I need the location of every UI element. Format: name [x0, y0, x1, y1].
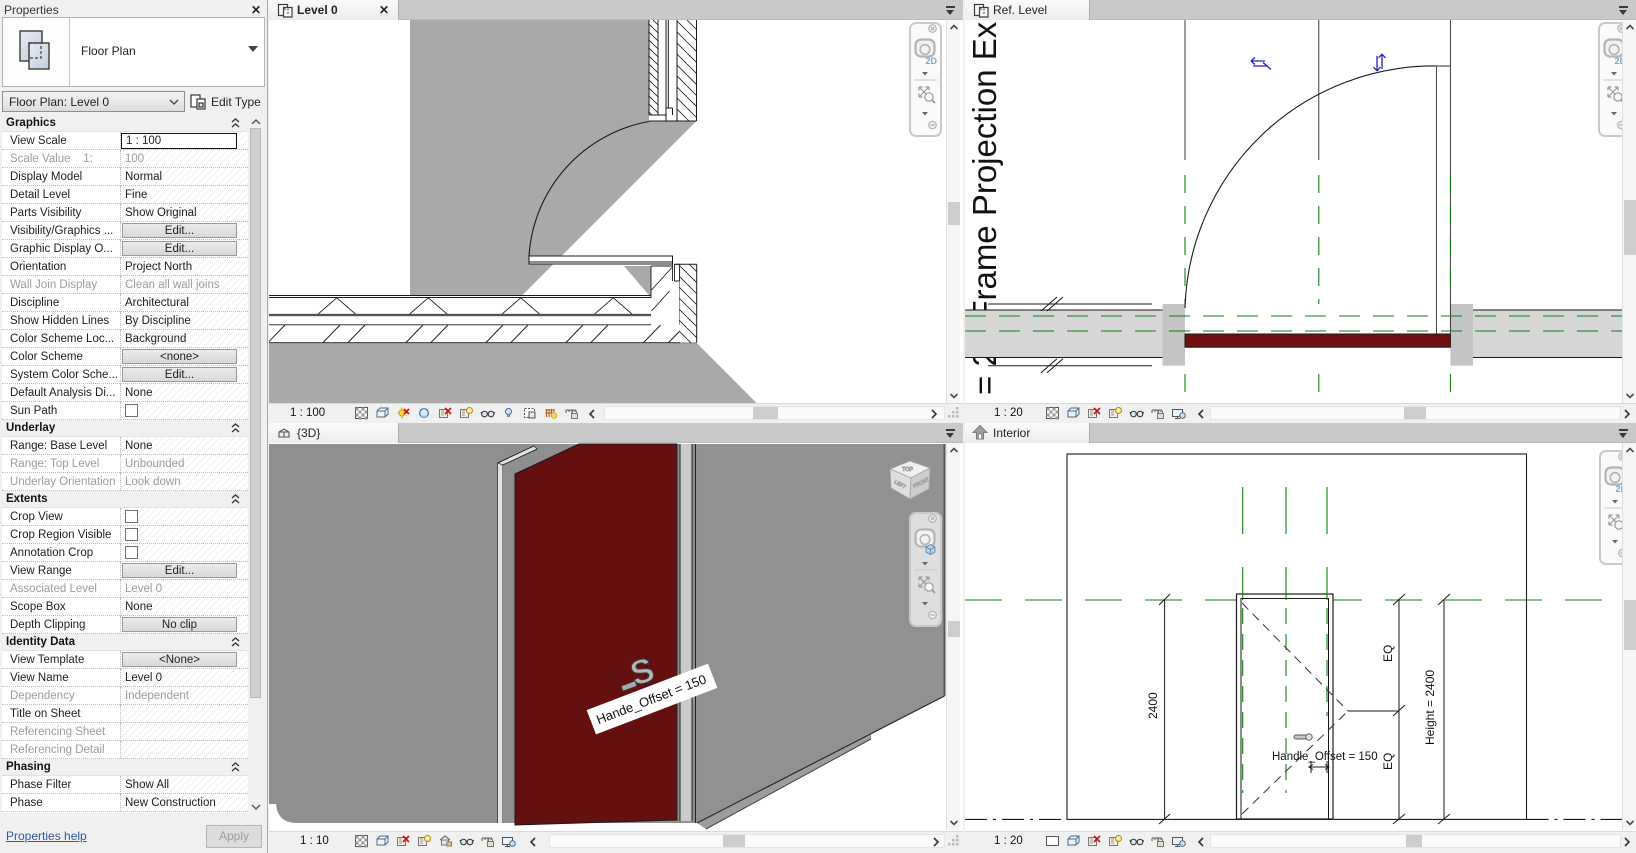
svg-text:TOP: TOP	[902, 467, 914, 473]
svg-text:EQ: EQ	[1381, 645, 1395, 662]
svg-text:EQ: EQ	[1381, 753, 1395, 770]
svg-text:Handle_Offset = 150: Handle_Offset = 150	[1272, 751, 1378, 763]
svg-text:Height = 2400: Height = 2400	[1423, 670, 1437, 745]
svg-text:2400: 2400	[1146, 692, 1160, 719]
svg-text:2D: 2D	[926, 56, 938, 66]
